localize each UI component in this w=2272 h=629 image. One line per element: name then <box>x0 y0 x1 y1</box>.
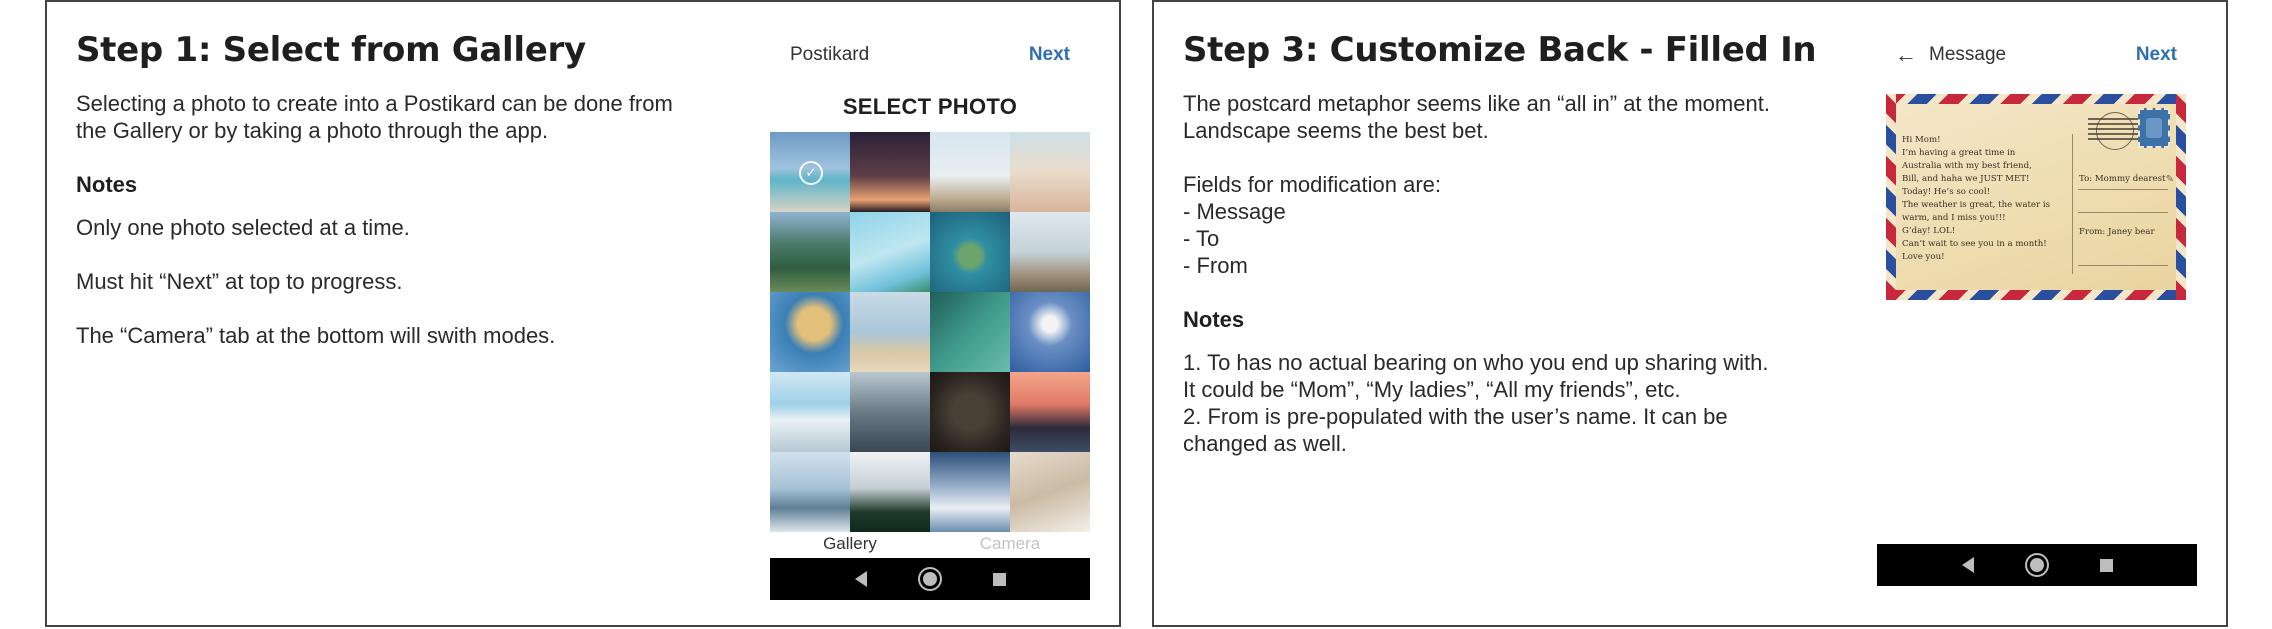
tab-camera[interactable]: Camera <box>930 532 1090 556</box>
photo-thumbnail[interactable] <box>1010 212 1090 292</box>
photo-thumbnail[interactable] <box>1010 372 1090 452</box>
notes-heading: Notes <box>1183 307 1245 332</box>
postcard-to-field[interactable]: To: Mommy dearest <box>2079 174 2166 184</box>
postcard-divider <box>2072 134 2073 274</box>
nav-home-icon[interactable] <box>2029 558 2044 572</box>
slide-title: Step 1: Select from Gallery <box>76 30 586 70</box>
android-nav-bar <box>1877 544 2197 586</box>
notes-body: 1. To has no actual bearing on who you e… <box>1183 350 1769 456</box>
nav-home-icon[interactable] <box>922 572 937 586</box>
postcard-back: Hi Mom! I’m having a great time in Austr… <box>1886 94 2186 300</box>
photo-thumbnail[interactable] <box>930 212 1010 292</box>
photo-thumbnail[interactable] <box>770 452 850 532</box>
photo-thumbnail[interactable] <box>850 132 930 212</box>
airmail-border <box>2176 94 2186 300</box>
next-button[interactable]: Next <box>2136 44 2177 66</box>
postcard-message[interactable]: Hi Mom! I’m having a great time in Austr… <box>1902 134 2067 264</box>
photo-thumbnail[interactable] <box>770 212 850 292</box>
photo-thumbnail[interactable] <box>770 372 850 452</box>
slide-description: Selecting a photo to create into a Posti… <box>76 91 673 143</box>
slide-text: Selecting a photo to create into a Posti… <box>76 90 676 376</box>
nav-back-icon[interactable] <box>854 571 867 587</box>
slide-title: Step 3: Customize Back - Filled In <box>1183 30 1817 70</box>
note-item: Only one photo selected at a time. <box>76 215 410 240</box>
next-button[interactable]: Next <box>1029 44 1070 66</box>
photo-thumbnail[interactable] <box>850 212 930 292</box>
stamp-icon <box>2138 108 2170 148</box>
check-icon: ✓ <box>799 161 823 185</box>
phone-mockup-message: ← Message Next Hi Mom! I’m having a grea… <box>1877 32 2197 586</box>
mode-tabs: Gallery Camera <box>770 532 1090 556</box>
address-line <box>2078 189 2168 190</box>
airmail-border <box>1886 94 1896 300</box>
section-title: SELECT PHOTO <box>842 94 1018 119</box>
photo-thumbnail[interactable] <box>930 452 1010 532</box>
app-header: Postikard Next <box>770 32 1090 80</box>
app-title: Message <box>1929 44 2007 65</box>
slide-card-step-1: Step 1: Select from Gallery Selecting a … <box>45 0 1121 627</box>
photo-thumbnail[interactable] <box>850 452 930 532</box>
photo-thumbnail[interactable] <box>1010 132 1090 212</box>
address-line <box>2078 265 2168 266</box>
fields-list: Fields for modification are: - Message -… <box>1183 172 1441 278</box>
back-arrow-icon[interactable]: ← <box>1895 42 1917 68</box>
slide-card-step-3: Step 3: Customize Back - Filled In The p… <box>1152 0 2228 627</box>
app-title: Postikard <box>790 44 870 65</box>
photo-thumbnail[interactable] <box>850 372 930 452</box>
photo-grid: ✓ <box>770 132 1090 532</box>
photo-thumbnail[interactable] <box>850 292 930 372</box>
notes-heading: Notes <box>76 172 138 197</box>
android-nav-bar <box>770 558 1090 600</box>
photo-thumbnail[interactable] <box>930 132 1010 212</box>
slide-description: The postcard metaphor seems like an “all… <box>1183 91 1770 143</box>
edit-pencil-icon[interactable]: ✎ <box>2166 174 2174 185</box>
photo-thumbnail-selected[interactable]: ✓ <box>770 132 850 212</box>
tab-gallery[interactable]: Gallery <box>770 532 930 556</box>
photo-thumbnail[interactable] <box>1010 292 1090 372</box>
note-item: The “Camera” tab at the bottom will swit… <box>76 323 556 348</box>
photo-thumbnail[interactable] <box>930 372 1010 452</box>
nav-back-icon[interactable] <box>1961 557 1974 573</box>
phone-mockup-gallery: Postikard Next SELECT PHOTO ✓ Gallery Ca… <box>770 32 1090 600</box>
postmark-lines <box>2088 116 2138 140</box>
airmail-border <box>1886 94 2186 104</box>
airmail-border <box>1886 290 2186 300</box>
app-header: ← Message Next <box>1877 32 2197 80</box>
slide-text: The postcard metaphor seems like an “all… <box>1183 90 1783 484</box>
photo-thumbnail[interactable] <box>1010 452 1090 532</box>
postcard-from-field[interactable]: From: Janey bear <box>2079 227 2155 237</box>
nav-recents-icon[interactable] <box>992 572 1006 586</box>
address-line <box>2078 212 2168 213</box>
stamp-portrait <box>2146 118 2162 138</box>
note-item: Must hit “Next” at top to progress. <box>76 269 403 294</box>
photo-thumbnail[interactable] <box>930 292 1010 372</box>
photo-thumbnail[interactable] <box>770 292 850 372</box>
nav-recents-icon[interactable] <box>2099 558 2113 572</box>
